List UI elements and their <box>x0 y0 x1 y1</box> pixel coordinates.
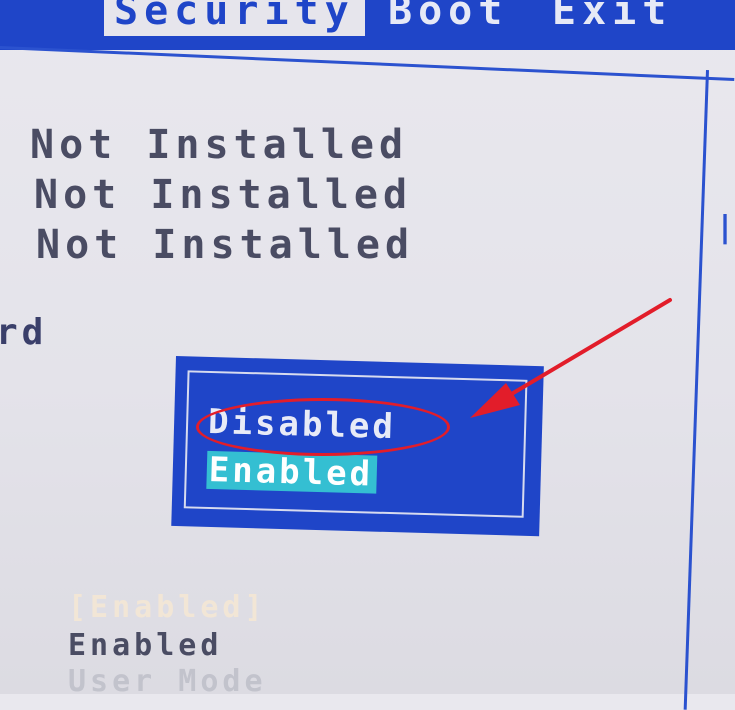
option-enabled[interactable]: Enabled <box>206 450 378 495</box>
help-panel-divider <box>683 70 709 710</box>
setting-value: Enabled <box>68 628 223 663</box>
status-value: Not Installed <box>36 222 415 268</box>
status-value: Not Installed <box>34 172 413 218</box>
menu-bar: Security Boot Exit <box>0 0 735 50</box>
tab-exit[interactable]: Exit <box>552 0 672 36</box>
tab-security[interactable]: Security <box>104 0 365 36</box>
setting-value-selected: [Enabled] <box>68 590 267 625</box>
status-value: Not Installed <box>30 122 409 168</box>
setting-label-partial: rd <box>0 312 48 353</box>
highlight-ellipse <box>196 398 450 456</box>
help-panel-edge: | <box>716 210 735 245</box>
header-divider <box>0 46 735 82</box>
tab-boot[interactable]: Boot <box>388 0 508 36</box>
